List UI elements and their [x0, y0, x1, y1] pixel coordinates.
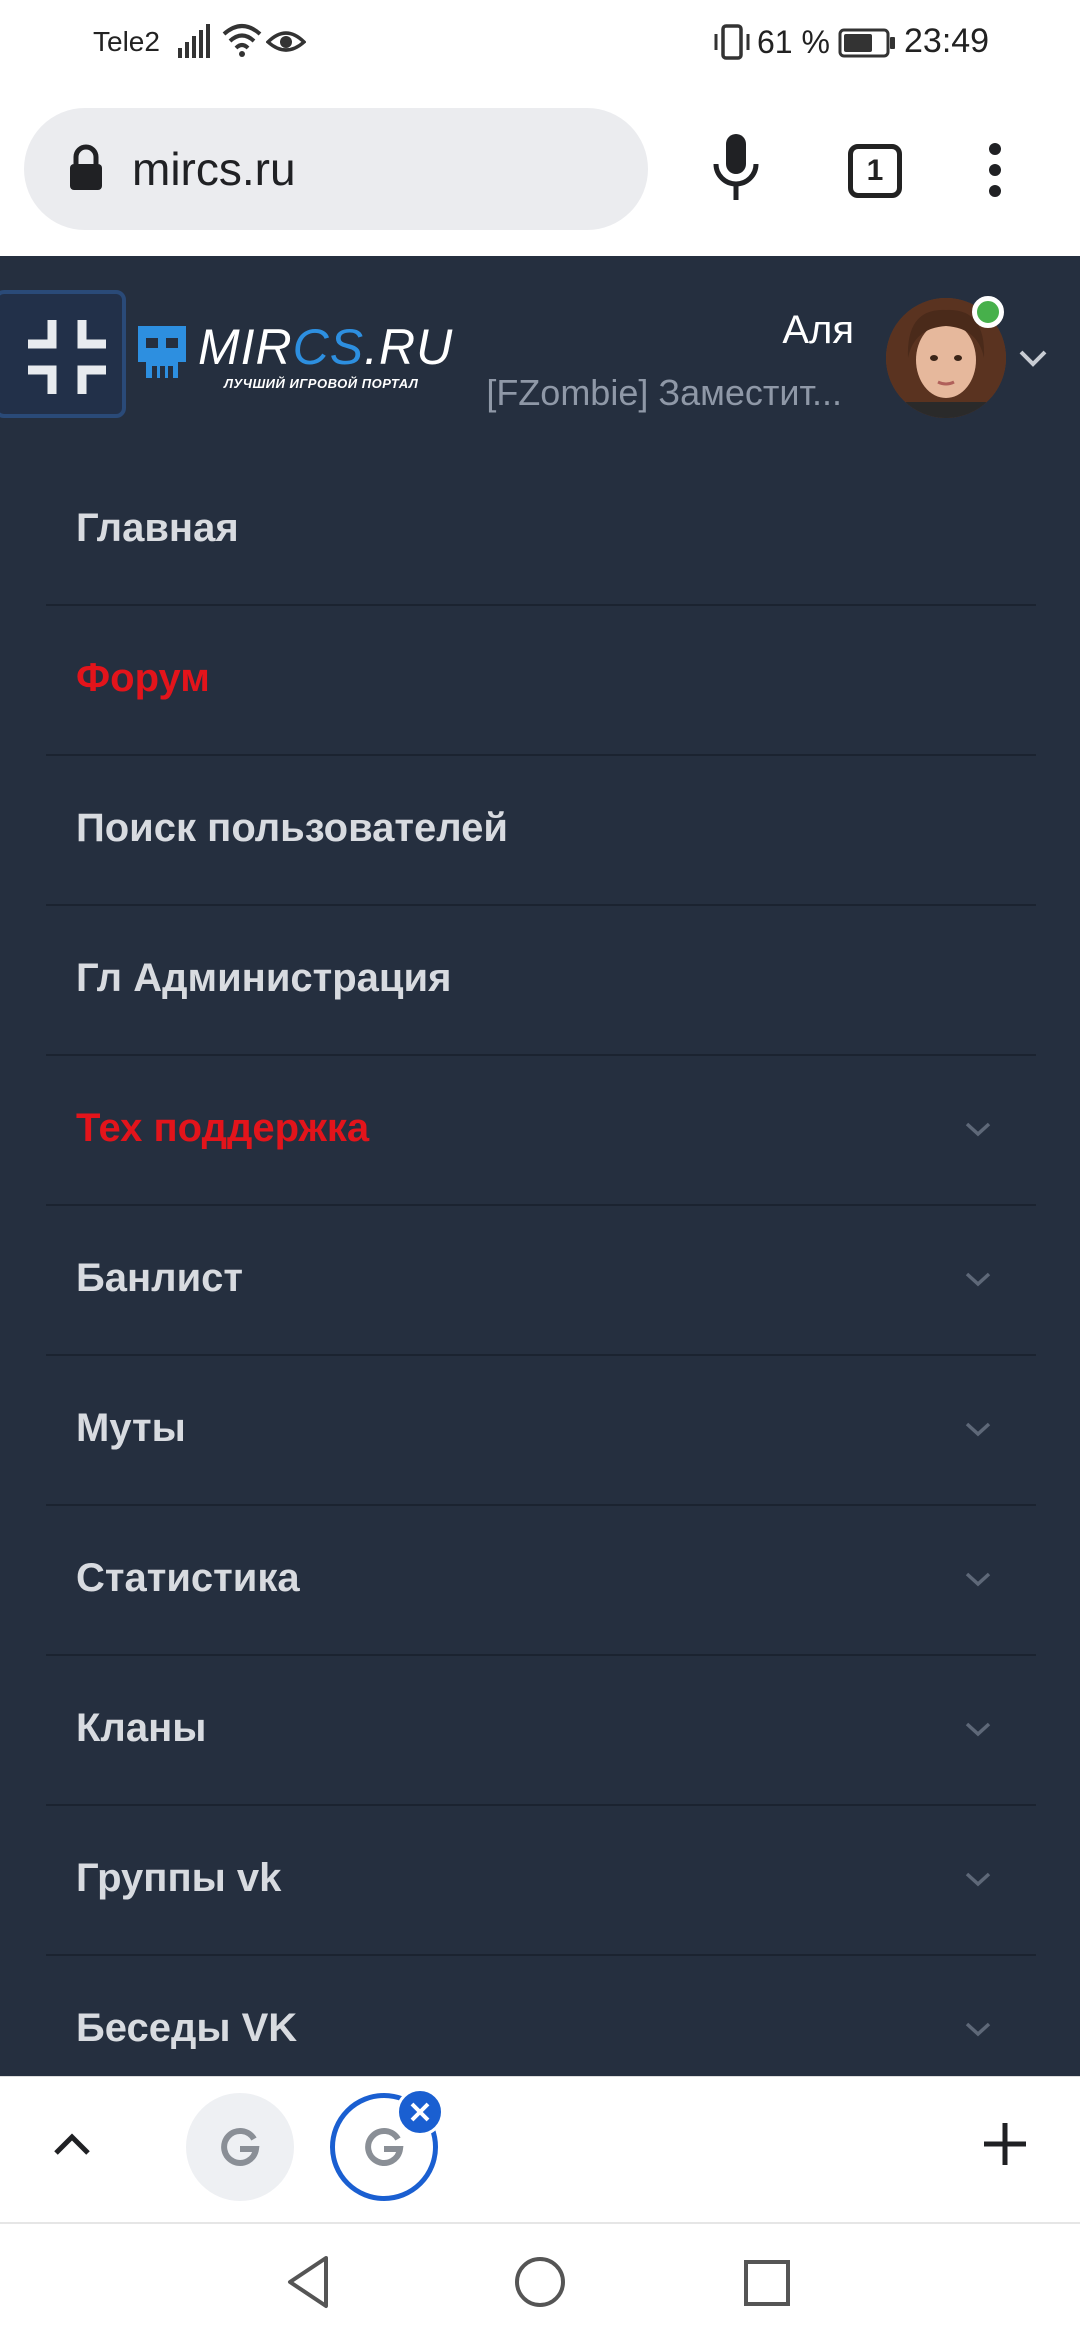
back-icon[interactable]: [284, 2254, 332, 2310]
more-menu-icon[interactable]: [988, 142, 1002, 198]
user-menu-chevron-icon[interactable]: [1018, 348, 1048, 368]
tab-switcher-button[interactable]: 1: [848, 144, 902, 198]
menu-item-label: Главная: [76, 506, 239, 550]
address-bar[interactable]: mircs.ru: [24, 108, 648, 230]
eye-comfort-icon: [266, 31, 306, 52]
online-status-indicator: [972, 296, 1004, 328]
close-tab-button[interactable]: [396, 2088, 444, 2136]
menu-item-label: Статистика: [76, 1556, 300, 1600]
battery-icon: [838, 28, 895, 58]
user-role: [FZombie] Заместит...: [486, 372, 842, 413]
menu-item[interactable]: Форум: [46, 606, 1036, 756]
menu-item-label: Поиск пользователей: [76, 806, 508, 850]
carrier-label: Tele2: [93, 26, 160, 57]
new-tab-plus-icon[interactable]: [982, 2121, 1028, 2167]
skull-icon: [138, 326, 186, 378]
url-text: mircs.ru: [132, 143, 296, 195]
menu-item[interactable]: Банлист: [46, 1206, 1036, 1356]
browser-toolbar: mircs.ru 1: [0, 86, 1080, 256]
logo-tagline: ЛУЧШИЙ ИГРОВОЙ ПОРТАЛ: [224, 376, 419, 391]
battery-percent: 61 %: [757, 24, 830, 60]
menu-item-label: Тех поддержка: [76, 1106, 370, 1150]
menu-item[interactable]: Муты: [46, 1356, 1036, 1506]
menu-item[interactable]: Кланы: [46, 1656, 1036, 1806]
wifi-icon: [222, 24, 262, 57]
chevron-up-icon[interactable]: [52, 2131, 92, 2157]
vibrate-icon: [714, 24, 750, 60]
menu-item-label: Банлист: [76, 1256, 243, 1300]
menu-item[interactable]: Группы vk: [46, 1806, 1036, 1956]
logo-wordmark: MIRCS.RU: [198, 319, 454, 375]
chevron-down-icon: [965, 1572, 991, 1587]
chevron-down-icon: [965, 2022, 991, 2037]
signal-icon: [178, 24, 210, 58]
menu-item[interactable]: Статистика: [46, 1506, 1036, 1656]
system-nav-bar: [0, 2222, 1080, 2340]
google-icon: [365, 2127, 404, 2166]
menu-item-label: Гл Администрация: [76, 956, 452, 1000]
chevron-down-icon: [965, 1422, 991, 1437]
menu-item-label: Беседы VK: [76, 2006, 298, 2050]
chevron-down-icon: [965, 1272, 991, 1287]
chevron-down-icon: [965, 1122, 991, 1137]
chevron-down-icon: [965, 1722, 991, 1737]
user-name[interactable]: Аля: [782, 308, 854, 353]
collapse-icon: [28, 320, 106, 394]
menu-item[interactable]: Поиск пользователей: [46, 756, 1036, 906]
tab-thumbnail[interactable]: [186, 2093, 294, 2201]
chevron-down-icon: [965, 1872, 991, 1887]
menu-item-label: Кланы: [76, 1706, 207, 1750]
close-icon: [410, 2102, 430, 2122]
menu-item[interactable]: Гл Администрация: [46, 906, 1036, 1056]
nav-menu: Главная Форум Поиск пользователей Гл Адм…: [46, 456, 1036, 2076]
google-icon: [221, 2127, 260, 2166]
microphone-icon[interactable]: [712, 134, 760, 202]
recent-apps-icon[interactable]: [744, 2260, 790, 2306]
site-logo[interactable]: MIRCS.RU ЛУЧШИЙ ИГРОВОЙ ПОРТАЛ: [138, 319, 452, 391]
menu-item-label: Муты: [76, 1406, 186, 1450]
collapse-sidebar-button[interactable]: [0, 290, 126, 418]
menu-item[interactable]: Беседы VK: [46, 1956, 1036, 2076]
menu-item-label: Форум: [76, 656, 210, 700]
menu-item[interactable]: Тех поддержка: [46, 1056, 1036, 1206]
menu-item[interactable]: Главная: [46, 456, 1036, 606]
status-bar: Tele2 61 % 23:49: [0, 0, 1080, 86]
lock-icon: [70, 144, 102, 190]
site-sidebar: MIRCS.RU ЛУЧШИЙ ИГРОВОЙ ПОРТАЛ Аля [FZom…: [0, 256, 1080, 2076]
tab-strip: [0, 2076, 1080, 2222]
home-icon[interactable]: [514, 2256, 566, 2308]
menu-item-label: Группы vk: [76, 1856, 282, 1900]
clock: 23:49: [904, 22, 990, 60]
